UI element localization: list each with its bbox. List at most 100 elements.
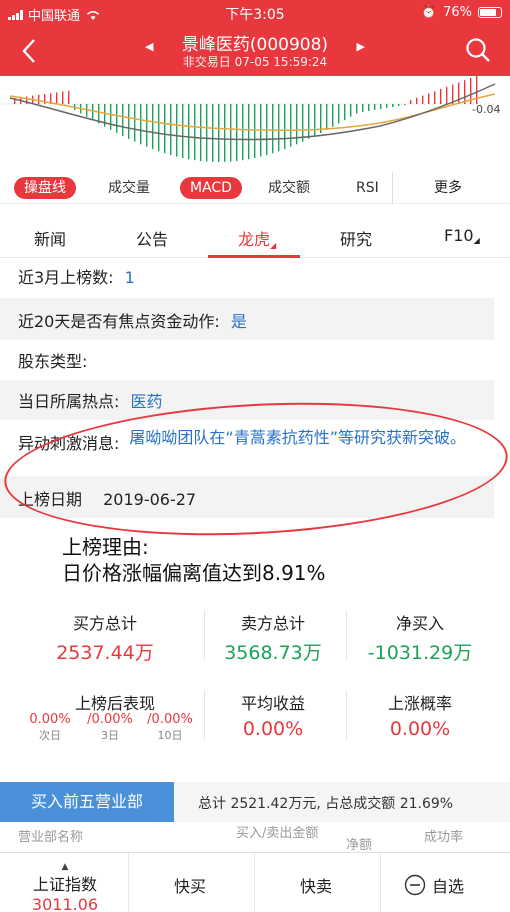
battery-icon — [478, 7, 502, 18]
divider — [128, 853, 129, 912]
macd-histogram-bar — [56, 92, 58, 104]
tab-underline — [208, 255, 300, 258]
perf-d10-label: 10日 — [157, 729, 183, 742]
index-expand-icon: ▲ — [61, 862, 69, 872]
macd-histogram-bar — [458, 82, 460, 104]
reason-text: 日价格涨幅偏离值达到8.91% — [62, 561, 326, 585]
col-net: 净额 — [346, 838, 373, 853]
macd-histogram-bar — [110, 104, 112, 130]
index-value: 3011.06 — [31, 895, 99, 912]
macd-histogram-bar — [314, 104, 316, 136]
macd-histogram-bar — [422, 95, 424, 104]
quick-buy-button[interactable]: 快买 — [150, 873, 230, 897]
focus-value: 是 — [230, 312, 247, 331]
next-stock-arrow[interactable]: ▶ — [357, 40, 365, 53]
macd-histogram-bar — [248, 104, 250, 160]
tab-notice[interactable]: 公告 — [136, 226, 168, 250]
dropdown-icon: ◢ — [270, 241, 277, 250]
macd-histogram-bar — [290, 104, 292, 147]
net-buy-label: 净买入 — [395, 614, 444, 633]
macd-histogram-bar — [332, 104, 334, 127]
macd-histogram-bar — [140, 104, 142, 145]
macd-histogram-bar — [170, 104, 172, 156]
macd-histogram-bar — [386, 104, 388, 108]
perf-next-day: 0.00% 次日 — [22, 712, 78, 743]
search-icon[interactable] — [464, 36, 492, 64]
tab-dragon-tiger[interactable]: 龙虎◢ — [238, 226, 276, 250]
indicator-volume[interactable]: 成交量 — [98, 177, 160, 199]
macd-histogram-bar — [116, 104, 118, 133]
buy-total-value: 2537.44万 — [56, 642, 154, 664]
tab-news[interactable]: 新闻 — [34, 226, 66, 250]
macd-histogram-bar — [368, 104, 370, 111]
avg-return: 平均收益 0.00% — [208, 690, 338, 740]
macd-histogram-bar — [362, 104, 364, 112]
avg-return-value: 0.00% — [242, 718, 304, 740]
listing-reason: 上榜理由: 日价格涨幅偏离值达到8.91% — [62, 534, 326, 586]
macd-histogram-bar — [464, 80, 466, 104]
macd-histogram-bar — [302, 104, 304, 142]
row-listed-count: 近3月上榜数: 1 — [0, 264, 494, 294]
divider — [380, 853, 381, 912]
perf-d10-value: /0.00% — [147, 712, 193, 727]
macd-histogram-bar — [398, 104, 400, 106]
macd-histogram-bar — [476, 75, 478, 104]
indicator-turnover[interactable]: 成交额 — [258, 177, 320, 199]
buy-total: 买方总计 2537.44万 — [40, 610, 170, 665]
macd-histogram-bar — [272, 104, 274, 154]
listed-count-label: 近3月上榜数: — [18, 268, 114, 287]
perf-d1-label: 次日 — [39, 729, 61, 742]
tab-f10[interactable]: F10◢ — [444, 226, 480, 245]
brokerage-table-header: 营业部名称 买入/卖出金额 净额 成功率 — [0, 822, 510, 853]
indicator-macd[interactable]: MACD — [180, 177, 242, 199]
macd-histogram-bar — [254, 104, 256, 159]
macd-histogram-bar — [428, 93, 430, 104]
buy-total-label: 买方总计 — [72, 614, 137, 633]
macd-histogram-bar — [284, 104, 286, 150]
macd-plot: -0.04 — [0, 75, 500, 162]
trade-status: 非交易日 07-05 15:59:24 — [182, 55, 328, 69]
hot-label: 当日所属热点: — [18, 392, 120, 411]
divider — [204, 610, 205, 660]
tab-research[interactable]: 研究 — [340, 226, 372, 250]
macd-histogram-bar — [434, 91, 436, 104]
top-five-buyers-button[interactable]: 买入前五营业部 — [0, 782, 174, 822]
macd-histogram-bar — [182, 104, 184, 159]
macd-histogram-bar — [164, 104, 166, 154]
tab-f10-label: F10 — [444, 226, 474, 245]
macd-histogram-bar — [326, 104, 328, 130]
macd-histogram-bar — [404, 104, 406, 105]
status-bar: 中国联通 下午3:05 ⏰ 76% — [0, 0, 510, 26]
perf-d3-label: 3日 — [101, 729, 119, 742]
divider — [392, 172, 393, 204]
bottom-bar: ▲ 上证指数 3011.06 快买 快卖 自选 — [0, 852, 510, 912]
indicator-bar: 操盘线 成交量 MACD 成交额 RSI 更多 — [0, 172, 510, 204]
indicator-more[interactable]: 更多 — [434, 177, 462, 199]
macd-histogram-bar — [374, 104, 376, 110]
hot-value[interactable]: 医药 — [131, 392, 163, 411]
macd-histogram-bar — [278, 104, 280, 152]
macd-histogram-bar — [188, 104, 190, 160]
top-five-summary: 总计 2521.42万元, 占总成交额 21.69% — [198, 796, 454, 812]
indicator-rsi[interactable]: RSI — [346, 177, 389, 199]
indicator-caopanxian[interactable]: 操盘线 — [14, 177, 76, 199]
macd-histogram-bar — [152, 104, 154, 150]
quick-sell-button[interactable]: 快卖 — [276, 873, 356, 897]
rise-probability-value: 0.00% — [389, 718, 451, 740]
row-holder-type: 股东类型: — [0, 348, 494, 378]
divider — [346, 610, 347, 660]
battery-percent: 76% — [443, 5, 472, 20]
alarm-icon: ⏰ — [420, 5, 438, 20]
macd-histogram-bar — [158, 104, 160, 152]
macd-histogram-bar — [62, 91, 64, 104]
sell-total: 卖方总计 3568.73万 — [208, 610, 338, 665]
macd-histogram-bar — [176, 104, 178, 157]
macd-histogram-bar — [410, 100, 412, 104]
macd-chart[interactable]: -0.04 — [0, 75, 510, 170]
macd-histogram-bar — [68, 90, 70, 104]
index-widget[interactable]: ▲ 上证指数 3011.06 — [20, 863, 110, 912]
net-buy: 净买入 -1031.29万 — [355, 610, 485, 665]
macd-histogram-bar — [146, 104, 148, 147]
after-listing-performance: 上榜后表现 — [40, 690, 190, 714]
watchlist-button[interactable]: 自选 — [404, 873, 494, 897]
